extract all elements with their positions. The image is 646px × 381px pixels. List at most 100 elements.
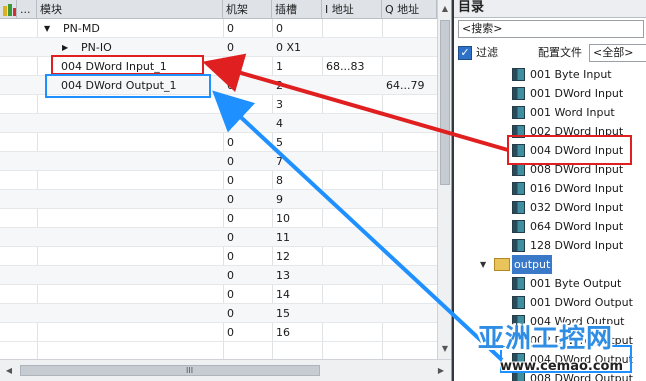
- module-icon: [512, 201, 525, 214]
- scroll-right-icon[interactable]: ▶: [434, 364, 448, 378]
- table-row[interactable]: 0 12: [0, 247, 437, 266]
- table-row[interactable]: 05: [0, 133, 437, 152]
- filter-icon[interactable]: [0, 0, 17, 19]
- scroll-thumb[interactable]: [440, 20, 450, 185]
- cell-slot: 15: [276, 307, 290, 320]
- cell-module: [57, 266, 227, 285]
- filter-label: 过滤: [476, 46, 498, 59]
- highlight-box-output-row: [45, 74, 211, 98]
- catalog-item-label: 001 DWord Output: [530, 296, 633, 309]
- table-row[interactable]: 04: [0, 114, 437, 133]
- watermark-logo: 亚洲工控网: [478, 324, 614, 354]
- cell-q-address: [382, 304, 437, 323]
- cell-slot: 14: [276, 288, 290, 301]
- cell-slot: 8: [276, 174, 283, 187]
- table-row[interactable]: 0 10: [0, 209, 437, 228]
- cell-rack: 0: [227, 98, 234, 111]
- table-row[interactable]: 0 15: [0, 304, 437, 323]
- cell-i-address: [322, 190, 382, 209]
- catalog-item[interactable]: 016 DWord Input: [454, 179, 646, 198]
- catalog-item[interactable]: 032 DWord Input: [454, 198, 646, 217]
- module-icon: [512, 296, 525, 309]
- cell-i-address: [322, 285, 382, 304]
- catalog-folder[interactable]: ▼ output: [454, 255, 646, 274]
- cell-slot: 2: [276, 79, 283, 92]
- cell-rack: 0: [227, 193, 234, 206]
- vertical-scrollbar[interactable]: ▲ ▼: [437, 0, 451, 359]
- catalog-search-input[interactable]: <搜索>: [458, 20, 644, 38]
- profile-label: 配置文件: [538, 46, 582, 59]
- table-row[interactable]: 0 16: [0, 323, 437, 342]
- column-rack[interactable]: 机架: [223, 0, 272, 19]
- folder-icon: [494, 258, 510, 271]
- cell-slot: 3: [276, 98, 283, 111]
- horizontal-scrollbar[interactable]: ◀ III ▶: [0, 359, 451, 381]
- column-ellipsis[interactable]: ...: [17, 0, 37, 19]
- module-icon: [512, 277, 525, 290]
- cell-q-address: [382, 19, 437, 38]
- cell-module: [57, 114, 227, 133]
- filter-toggle[interactable]: ✓ 过滤: [458, 44, 498, 62]
- cell-slot: 9: [276, 193, 283, 206]
- cell-module: [57, 209, 227, 228]
- catalog-item[interactable]: 001 Byte Input: [454, 65, 646, 84]
- profile-select[interactable]: <全部>: [589, 44, 646, 62]
- table-row[interactable]: 07: [0, 152, 437, 171]
- catalog-item-label: 001 Word Input: [530, 106, 615, 119]
- catalog-item[interactable]: 128 DWord Input: [454, 236, 646, 255]
- table-row[interactable]: 0 11: [0, 228, 437, 247]
- column-slot[interactable]: 插槽: [272, 0, 322, 19]
- catalog-item[interactable]: 001 Byte Output: [454, 274, 646, 293]
- cell-slot: 1: [276, 60, 283, 73]
- cell-module: [57, 228, 227, 247]
- cell-rack: 0: [227, 155, 234, 168]
- catalog-item-label: output: [512, 255, 553, 274]
- cell-rack: 0: [227, 307, 234, 320]
- module-icon: [512, 106, 525, 119]
- watermark-url: www.cemao.com: [500, 359, 624, 374]
- cell-rack: 0: [227, 288, 234, 301]
- column-q-address[interactable]: Q 地址: [382, 0, 437, 19]
- module-icon: [512, 68, 525, 81]
- highlight-box-input-row: [51, 55, 204, 75]
- cell-i-address: [322, 209, 382, 228]
- table-row[interactable]: 08: [0, 171, 437, 190]
- cell-module: [57, 133, 227, 152]
- scroll-left-icon[interactable]: ◀: [2, 364, 16, 378]
- cell-q-address: [382, 247, 437, 266]
- cell-q-address: [382, 133, 437, 152]
- cell-slot: 16: [276, 326, 290, 339]
- table-header: ... 模块 机架 插槽 I 地址 Q 地址: [0, 0, 451, 19]
- collapse-icon[interactable]: ▼: [480, 255, 486, 274]
- hscroll-thumb[interactable]: III: [20, 365, 320, 376]
- table-row[interactable]: 09: [0, 190, 437, 209]
- filter-checkbox[interactable]: ✓: [458, 46, 472, 60]
- scroll-up-icon[interactable]: ▲: [438, 2, 451, 16]
- cell-rack: 0: [227, 136, 234, 149]
- cell-module: [57, 285, 227, 304]
- catalog-item-label: 032 DWord Input: [530, 201, 624, 214]
- cell-slot: 4: [276, 117, 283, 130]
- scroll-down-icon[interactable]: ▼: [438, 342, 451, 356]
- column-module[interactable]: 模块: [37, 0, 223, 19]
- cell-q-address: [382, 57, 437, 76]
- catalog-item-label: 128 DWord Input: [530, 239, 624, 252]
- catalog-item[interactable]: 001 DWord Output: [454, 293, 646, 312]
- catalog-item[interactable]: 064 DWord Input: [454, 217, 646, 236]
- catalog-item[interactable]: 001 DWord Input: [454, 84, 646, 103]
- cell-q-address: [382, 190, 437, 209]
- table-row[interactable]: 0 13: [0, 266, 437, 285]
- table-row[interactable]: ▼ PN-MD 0 0: [0, 19, 437, 38]
- cell-rack: 0: [227, 60, 234, 73]
- cell-q-address: [382, 285, 437, 304]
- catalog-item-label: 001 Byte Input: [530, 68, 612, 81]
- column-i-address[interactable]: I 地址: [322, 0, 382, 19]
- table-row[interactable]: 0 14: [0, 285, 437, 304]
- collapse-icon[interactable]: ▼: [40, 19, 50, 38]
- cell-i-address: [322, 171, 382, 190]
- cell-q-address: [382, 38, 437, 57]
- hscroll-grip: III: [186, 366, 194, 375]
- cell-slot: 5: [276, 136, 283, 149]
- catalog-item[interactable]: 001 Word Input: [454, 103, 646, 122]
- cell-i-address: [322, 152, 382, 171]
